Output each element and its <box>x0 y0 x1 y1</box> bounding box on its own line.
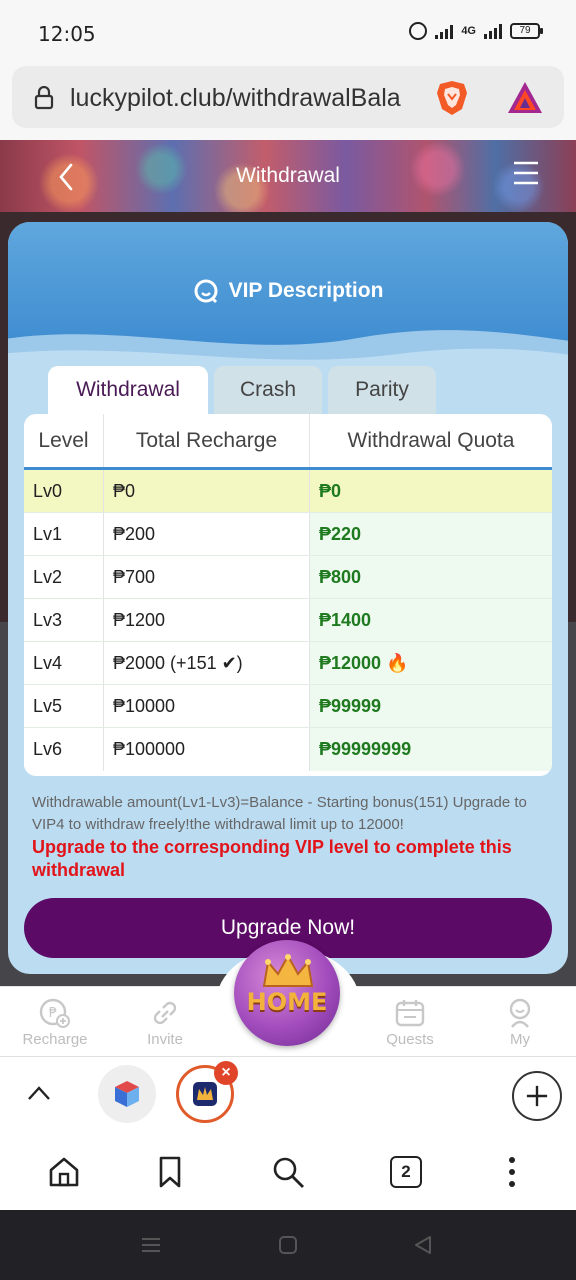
cell-quota: ₱800 <box>319 566 362 587</box>
url-bar[interactable]: luckypilot.club/withdrawalBala <box>12 66 564 128</box>
more-options-icon[interactable] <box>494 1154 530 1190</box>
new-tab-icon[interactable] <box>512 1071 562 1121</box>
status-bar: 12:05 4G 79 <box>0 0 576 60</box>
column-header-quota: Withdrawal Quota <box>347 428 515 452</box>
upgrade-warning: Upgrade to the corresponding VIP level t… <box>32 837 512 880</box>
cell-level: Lv4 <box>24 642 104 684</box>
tab-count-button[interactable]: 2 <box>390 1156 422 1188</box>
home-button[interactable]: HOME <box>234 940 340 1046</box>
nav-my[interactable]: My <box>475 997 565 1048</box>
network-label: 4G <box>461 25 476 37</box>
cell-quota: ₱0 <box>319 480 342 501</box>
crown-icon <box>262 954 314 987</box>
cell-quota: ₱1400 <box>319 609 372 630</box>
system-nav-bar <box>0 1210 576 1280</box>
recent-apps-icon[interactable] <box>140 1234 162 1256</box>
nav-quests-label: Quests <box>386 1031 434 1048</box>
cell-quota: ₱99999 <box>319 695 382 716</box>
svg-text:₱: ₱ <box>49 1006 57 1021</box>
cell-quota: ₱99999999 <box>319 739 412 759</box>
home-icon[interactable] <box>46 1154 82 1190</box>
cell-recharge: ₱2000 (+151 ✔) <box>104 642 310 684</box>
column-header-level: Level <box>24 414 104 467</box>
status-icons: 4G 79 <box>409 22 543 40</box>
profile-icon <box>509 998 531 1028</box>
cell-recharge: ₱200 <box>104 513 310 555</box>
table-row: Lv6 ₱100000 ₱99999999 <box>24 728 552 771</box>
system-back-icon[interactable] <box>412 1234 434 1256</box>
table-row: Lv5 ₱10000 ₱99999 <box>24 685 552 728</box>
battery-indicator: 79 <box>510 23 543 39</box>
home-label: HOME <box>246 988 328 1016</box>
column-header-recharge: Total Recharge <box>104 414 310 467</box>
bookmark-icon[interactable] <box>152 1154 188 1190</box>
nav-invite-label: Invite <box>147 1031 183 1048</box>
cell-recharge: ₱0 <box>104 470 310 512</box>
withdrawal-note: Withdrawable amount(Lv1-Lv3)=Balance - S… <box>32 794 527 833</box>
nav-recharge[interactable]: ₱ Recharge <box>10 997 100 1048</box>
cell-recharge: ₱100000 <box>104 728 310 771</box>
status-time: 12:05 <box>38 22 96 46</box>
cell-quota: ₱12000 🔥 <box>319 652 409 673</box>
cell-level: Lv6 <box>24 728 104 771</box>
recharge-icon: ₱ <box>39 998 70 1028</box>
page-header: Withdrawal <box>0 140 576 212</box>
vip-tabs: Withdrawal Crash Parity <box>48 366 436 414</box>
cell-recharge: ₱10000 <box>104 685 310 727</box>
search-icon[interactable] <box>270 1154 306 1190</box>
browser-tab-strip: × <box>0 1056 576 1138</box>
signal-icon <box>435 23 454 39</box>
system-home-icon[interactable] <box>277 1234 299 1256</box>
lock-icon <box>34 86 54 110</box>
brave-rewards-icon[interactable] <box>506 80 544 116</box>
browser-url-area: luckypilot.club/withdrawalBala <box>0 60 576 140</box>
table-header: Level Total Recharge Withdrawal Quota <box>24 414 552 470</box>
brave-shield-icon[interactable] <box>434 79 470 117</box>
nav-invite[interactable]: Invite <box>120 997 210 1048</box>
alarm-icon <box>409 22 428 40</box>
mobile-signal-icon <box>484 23 502 39</box>
app-cube-icon <box>115 1081 139 1107</box>
table-row: Lv2 ₱700 ₱800 <box>24 556 552 599</box>
table-row: Lv4 ₱2000 (+151 ✔) ₱12000 🔥 <box>24 642 552 685</box>
tab-withdrawal[interactable]: Withdrawal <box>48 366 208 414</box>
page-title: Withdrawal <box>236 164 340 187</box>
url-text[interactable]: luckypilot.club/withdrawalBala <box>70 84 426 113</box>
modal-title: VIP Description <box>8 278 568 304</box>
link-icon <box>153 1001 177 1025</box>
chevron-up-icon[interactable] <box>26 1083 52 1103</box>
tab-crash[interactable]: Crash <box>214 366 322 414</box>
modal-title-text: VIP Description <box>228 279 384 302</box>
cell-recharge: ₱700 <box>104 556 310 598</box>
cell-recharge: ₱1200 <box>104 599 310 641</box>
nav-recharge-label: Recharge <box>22 1031 88 1048</box>
table-row: Lv0 ₱0 ₱0 <box>24 470 552 513</box>
tab-thumbnail[interactable] <box>98 1065 156 1123</box>
cell-level: Lv1 <box>24 513 104 555</box>
vip-modal: VIP Description Withdrawal Crash Parity … <box>8 222 568 974</box>
calendar-icon <box>395 1000 425 1027</box>
vip-badge-icon <box>194 279 218 304</box>
close-tab-icon[interactable]: × <box>214 1061 238 1085</box>
cell-level: Lv3 <box>24 599 104 641</box>
tab-parity[interactable]: Parity <box>328 366 436 414</box>
browser-toolbar: 2 <box>0 1138 576 1210</box>
table-row: Lv3 ₱1200 ₱1400 <box>24 599 552 642</box>
cell-level: Lv2 <box>24 556 104 598</box>
cell-level: Lv5 <box>24 685 104 727</box>
nav-my-label: My <box>510 1031 530 1048</box>
cell-quota: ₱220 <box>319 523 362 544</box>
table-row: Lv1 ₱200 ₱220 <box>24 513 552 556</box>
cell-level: Lv0 <box>24 470 104 512</box>
vip-table: Level Total Recharge Withdrawal Quota Lv… <box>24 414 552 776</box>
nav-quests[interactable]: Quests <box>365 997 455 1048</box>
menu-icon[interactable] <box>512 160 540 186</box>
